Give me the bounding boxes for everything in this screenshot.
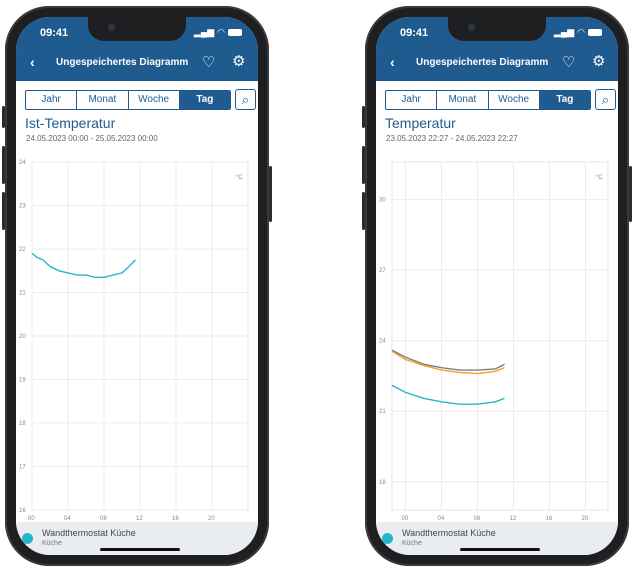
phone-volume-up [362, 146, 365, 184]
gear-icon[interactable]: ⚙ [592, 52, 605, 70]
chart-date-range: 24.05.2023 00:00 - 25.05.2023 00:00 [26, 134, 158, 143]
y-tick-label: 24 [379, 339, 386, 345]
tab-tag[interactable]: Tag [178, 91, 230, 109]
phone-volume-down [362, 192, 365, 230]
app-header: 09:41 ▂▄▆ ◠ ‹ Ungespeichertes Diagramm ♡… [376, 17, 618, 81]
temperature-chart: 16171819202122232400 04 08 12 16 20°C [19, 160, 249, 522]
status-icons: ▂▄▆ ◠ [194, 27, 242, 38]
period-tabs: Jahr Monat Woche Tag [25, 90, 231, 110]
status-icons: ▂▄▆ ◠ [554, 27, 602, 38]
tab-tag[interactable]: Tag [538, 91, 590, 109]
tab-jahr[interactable]: Jahr [26, 91, 76, 109]
phone-volume-down [2, 192, 5, 230]
battery-icon [228, 29, 242, 36]
heart-icon[interactable]: ♡ [562, 53, 575, 71]
status-time: 09:41 [40, 27, 69, 39]
y-tick-label: 21 [379, 409, 386, 415]
screen: 09:41 ▂▄▆ ◠ ‹ Ungespeichertes Diagramm ♡… [376, 17, 618, 555]
legend-color-dot [22, 533, 33, 544]
legend-room-name: Küche [42, 540, 62, 547]
wifi-icon: ◠ [577, 27, 585, 37]
nav-title: Ungespeichertes Diagramm [56, 57, 189, 68]
chart-title: Ist-Temperatur [25, 115, 116, 131]
back-chevron-icon[interactable]: ‹ [30, 54, 35, 70]
screen: 09:41 ▂▄▆ ◠ ‹ Ungespeichertes Diagramm ♡… [16, 17, 258, 555]
search-icon[interactable]: ⌕ [235, 89, 256, 110]
phone-power-button [269, 166, 272, 222]
y-tick-label: 21 [19, 291, 26, 297]
phone-volume-up [2, 146, 5, 184]
y-tick-label: 16 [19, 508, 26, 514]
unit-label: °C [236, 175, 243, 181]
temperature-chart: 182124273000 04 08 12 16 20°C [379, 161, 609, 522]
plot-area [391, 161, 609, 511]
wifi-icon: ◠ [217, 27, 225, 37]
status-time: 09:41 [400, 27, 429, 39]
tab-woche[interactable]: Woche [127, 91, 179, 109]
tab-monat[interactable]: Monat [436, 91, 487, 109]
gear-icon[interactable]: ⚙ [232, 52, 245, 70]
y-tick-label: 18 [19, 421, 26, 427]
battery-icon [588, 29, 602, 36]
legend-color-dot [382, 533, 393, 544]
y-tick-label: 22 [19, 247, 26, 253]
phone-right: 09:41 ▂▄▆ ◠ ‹ Ungespeichertes Diagramm ♡… [362, 6, 632, 566]
back-chevron-icon[interactable]: ‹ [390, 54, 395, 70]
phone-side-button [2, 106, 5, 128]
legend-room-name: Küche [402, 540, 422, 547]
signal-icon: ▂▄▆ [193, 27, 215, 37]
y-tick-label: 27 [379, 268, 386, 274]
nav-bar: ‹ Ungespeichertes Diagramm ♡ ⚙ [16, 51, 258, 77]
phone-left: 09:41 ▂▄▆ ◠ ‹ Ungespeichertes Diagramm ♡… [2, 6, 272, 566]
unit-label: °C [596, 175, 603, 181]
camera [108, 24, 115, 31]
camera [468, 24, 475, 31]
y-tick-label: 30 [379, 198, 386, 204]
chart-title: Temperatur [385, 115, 456, 131]
y-tick-label: 17 [19, 465, 26, 471]
app-header: 09:41 ▂▄▆ ◠ ‹ Ungespeichertes Diagramm ♡… [16, 17, 258, 81]
tab-jahr[interactable]: Jahr [386, 91, 436, 109]
notch [88, 17, 186, 41]
legend-device-name: Wandthermostat Küche [42, 528, 136, 538]
legend-device-name: Wandthermostat Küche [402, 528, 496, 538]
y-tick-label: 19 [19, 378, 26, 384]
tab-monat[interactable]: Monat [76, 91, 127, 109]
search-icon[interactable]: ⌕ [595, 89, 616, 110]
y-tick-label: 24 [19, 160, 26, 166]
notch [448, 17, 546, 41]
y-tick-label: 20 [19, 334, 26, 340]
tab-woche[interactable]: Woche [487, 91, 539, 109]
home-indicator [460, 548, 540, 551]
heart-icon[interactable]: ♡ [202, 53, 215, 71]
nav-bar: ‹ Ungespeichertes Diagramm ♡ ⚙ [376, 51, 618, 77]
chart-date-range: 23.05.2023 22:27 - 24.05.2023 22:27 [386, 134, 518, 143]
phone-side-button [362, 106, 365, 128]
y-tick-label: 23 [19, 204, 26, 210]
nav-title: Ungespeichertes Diagramm [416, 57, 549, 68]
signal-icon: ▂▄▆ [553, 27, 575, 37]
home-indicator [100, 548, 180, 551]
y-tick-label: 18 [379, 480, 386, 486]
period-tabs: Jahr Monat Woche Tag [385, 90, 591, 110]
